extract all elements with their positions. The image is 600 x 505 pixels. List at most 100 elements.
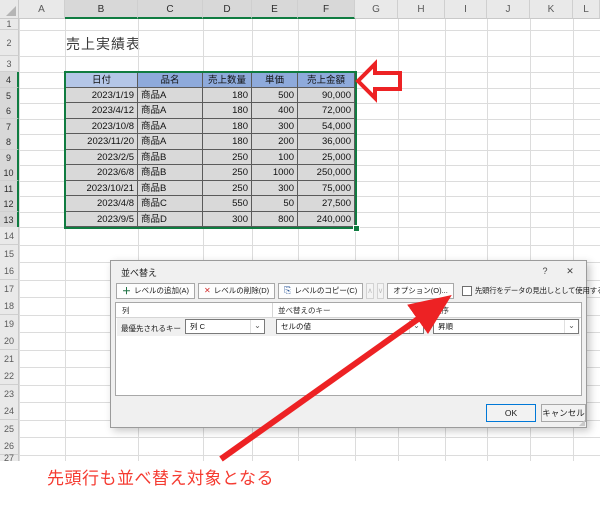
table-cell[interactable]: 200 bbox=[252, 134, 298, 150]
table-cell[interactable]: 商品D bbox=[138, 211, 203, 227]
table-cell[interactable]: 2023/9/5 bbox=[65, 211, 138, 227]
row-header-18[interactable]: 18 bbox=[0, 297, 19, 315]
row-header-10[interactable]: 10 bbox=[0, 165, 19, 181]
row-header-5[interactable]: 5 bbox=[0, 88, 19, 104]
delete-level-button[interactable]: ✕ レベルの削除(D) bbox=[198, 282, 276, 299]
table-header-cell[interactable]: 品名 bbox=[138, 72, 203, 88]
column-header-K[interactable]: K bbox=[530, 0, 573, 19]
table-cell[interactable]: 250,000 bbox=[298, 165, 355, 181]
sort-order-select[interactable]: 昇順 ⌄ bbox=[433, 319, 579, 334]
table-cell[interactable]: 400 bbox=[252, 103, 298, 119]
table-cell[interactable]: 商品A bbox=[138, 134, 203, 150]
table-cell[interactable]: 2023/4/12 bbox=[65, 103, 138, 119]
table-cell[interactable]: 2023/10/21 bbox=[65, 180, 138, 196]
column-header-B[interactable]: B bbox=[65, 0, 138, 19]
table-cell[interactable]: 75,000 bbox=[298, 180, 355, 196]
table-header-cell[interactable]: 売上金額 bbox=[298, 72, 355, 88]
table-cell[interactable]: 90,000 bbox=[298, 87, 355, 103]
table-cell[interactable]: 180 bbox=[203, 134, 252, 150]
table-cell[interactable]: 商品A bbox=[138, 118, 203, 134]
table-header-cell[interactable]: 売上数量 bbox=[203, 72, 252, 88]
table-header-cell[interactable]: 単価 bbox=[252, 72, 298, 88]
column-header-D[interactable]: D bbox=[203, 0, 252, 19]
table-cell[interactable]: 250 bbox=[203, 180, 252, 196]
table-header-cell[interactable]: 日付 bbox=[65, 72, 138, 88]
table-cell[interactable]: 商品B bbox=[138, 149, 203, 165]
table-cell[interactable]: 250 bbox=[203, 149, 252, 165]
row-header-8[interactable]: 8 bbox=[0, 134, 19, 150]
row-header-23[interactable]: 23 bbox=[0, 385, 19, 403]
row-header-2[interactable]: 2 bbox=[0, 30, 19, 56]
sort-column-select[interactable]: 列 C ⌄ bbox=[185, 319, 265, 334]
resize-grip-icon[interactable]: ◢ bbox=[579, 418, 585, 427]
row-header-9[interactable]: 9 bbox=[0, 150, 19, 166]
row-header-11[interactable]: 11 bbox=[0, 181, 19, 197]
table-cell[interactable]: 2023/4/8 bbox=[65, 196, 138, 212]
copy-level-button[interactable]: ⎘ レベルのコピー(C) bbox=[278, 282, 364, 299]
row-header-27[interactable]: 27 bbox=[0, 454, 19, 461]
row-header-24[interactable]: 24 bbox=[0, 402, 19, 420]
table-cell[interactable]: 800 bbox=[252, 211, 298, 227]
table-cell[interactable]: 商品A bbox=[138, 87, 203, 103]
column-header-H[interactable]: H bbox=[398, 0, 445, 19]
row-header-3[interactable]: 3 bbox=[0, 56, 19, 72]
row-header-19[interactable]: 19 bbox=[0, 315, 19, 333]
table-cell[interactable]: 500 bbox=[252, 87, 298, 103]
table-cell[interactable]: 商品C bbox=[138, 196, 203, 212]
table-cell[interactable]: 54,000 bbox=[298, 118, 355, 134]
column-header-A[interactable]: A bbox=[19, 0, 65, 19]
row-header-17[interactable]: 17 bbox=[0, 280, 19, 298]
table-cell[interactable]: 商品B bbox=[138, 180, 203, 196]
fill-handle[interactable] bbox=[353, 225, 360, 232]
move-down-button[interactable]: ∨ bbox=[376, 282, 385, 299]
table-cell[interactable]: 180 bbox=[203, 103, 252, 119]
column-header-G[interactable]: G bbox=[355, 0, 398, 19]
row-header-13[interactable]: 13 bbox=[0, 212, 19, 228]
table-cell[interactable]: 2023/2/5 bbox=[65, 149, 138, 165]
header-row-checkbox[interactable] bbox=[461, 285, 472, 296]
row-header-7[interactable]: 7 bbox=[0, 119, 19, 135]
options-button[interactable]: オプション(O)... bbox=[387, 282, 454, 299]
column-header-J[interactable]: J bbox=[487, 0, 530, 19]
row-header-15[interactable]: 15 bbox=[0, 245, 19, 263]
move-up-button[interactable]: ∧ bbox=[366, 282, 374, 299]
row-header-1[interactable]: 1 bbox=[0, 19, 19, 30]
table-cell[interactable]: 1000 bbox=[252, 165, 298, 181]
table-cell[interactable]: 商品B bbox=[138, 165, 203, 181]
table-cell[interactable]: 300 bbox=[252, 118, 298, 134]
select-all-corner[interactable] bbox=[0, 0, 19, 19]
table-cell[interactable]: 550 bbox=[203, 196, 252, 212]
column-header-L[interactable]: L bbox=[573, 0, 600, 19]
table-cell[interactable]: 100 bbox=[252, 149, 298, 165]
row-header-22[interactable]: 22 bbox=[0, 367, 19, 385]
table-cell[interactable]: 25,000 bbox=[298, 149, 355, 165]
table-cell[interactable]: 300 bbox=[203, 211, 252, 227]
table-cell[interactable]: 180 bbox=[203, 87, 252, 103]
table-cell[interactable]: 商品A bbox=[138, 103, 203, 119]
table-cell[interactable]: 72,000 bbox=[298, 103, 355, 119]
row-header-14[interactable]: 14 bbox=[0, 227, 19, 245]
sort-key-select[interactable]: セルの値 ⌄ bbox=[276, 319, 424, 334]
table-cell[interactable]: 27,500 bbox=[298, 196, 355, 212]
column-header-I[interactable]: I bbox=[445, 0, 487, 19]
row-header-25[interactable]: 25 bbox=[0, 420, 19, 438]
row-header-16[interactable]: 16 bbox=[0, 262, 19, 280]
table-cell[interactable]: 2023/6/8 bbox=[65, 165, 138, 181]
column-header-E[interactable]: E bbox=[252, 0, 298, 19]
row-header-6[interactable]: 6 bbox=[0, 103, 19, 119]
table-cell[interactable]: 240,000 bbox=[298, 211, 355, 227]
row-header-21[interactable]: 21 bbox=[0, 350, 19, 368]
column-header-F[interactable]: F bbox=[298, 0, 355, 19]
close-icon[interactable]: ✕ bbox=[559, 264, 581, 279]
row-header-20[interactable]: 20 bbox=[0, 332, 19, 350]
table-cell[interactable]: 2023/1/19 bbox=[65, 87, 138, 103]
table-cell[interactable]: 180 bbox=[203, 118, 252, 134]
row-header-4[interactable]: 4 bbox=[0, 72, 19, 88]
ok-button[interactable]: OK bbox=[486, 404, 536, 422]
table-cell[interactable]: 300 bbox=[252, 180, 298, 196]
table-cell[interactable]: 2023/10/8 bbox=[65, 118, 138, 134]
table-cell[interactable]: 50 bbox=[252, 196, 298, 212]
table-cell[interactable]: 250 bbox=[203, 165, 252, 181]
table-cell[interactable]: 2023/11/20 bbox=[65, 134, 138, 150]
help-icon[interactable]: ? bbox=[534, 264, 556, 279]
